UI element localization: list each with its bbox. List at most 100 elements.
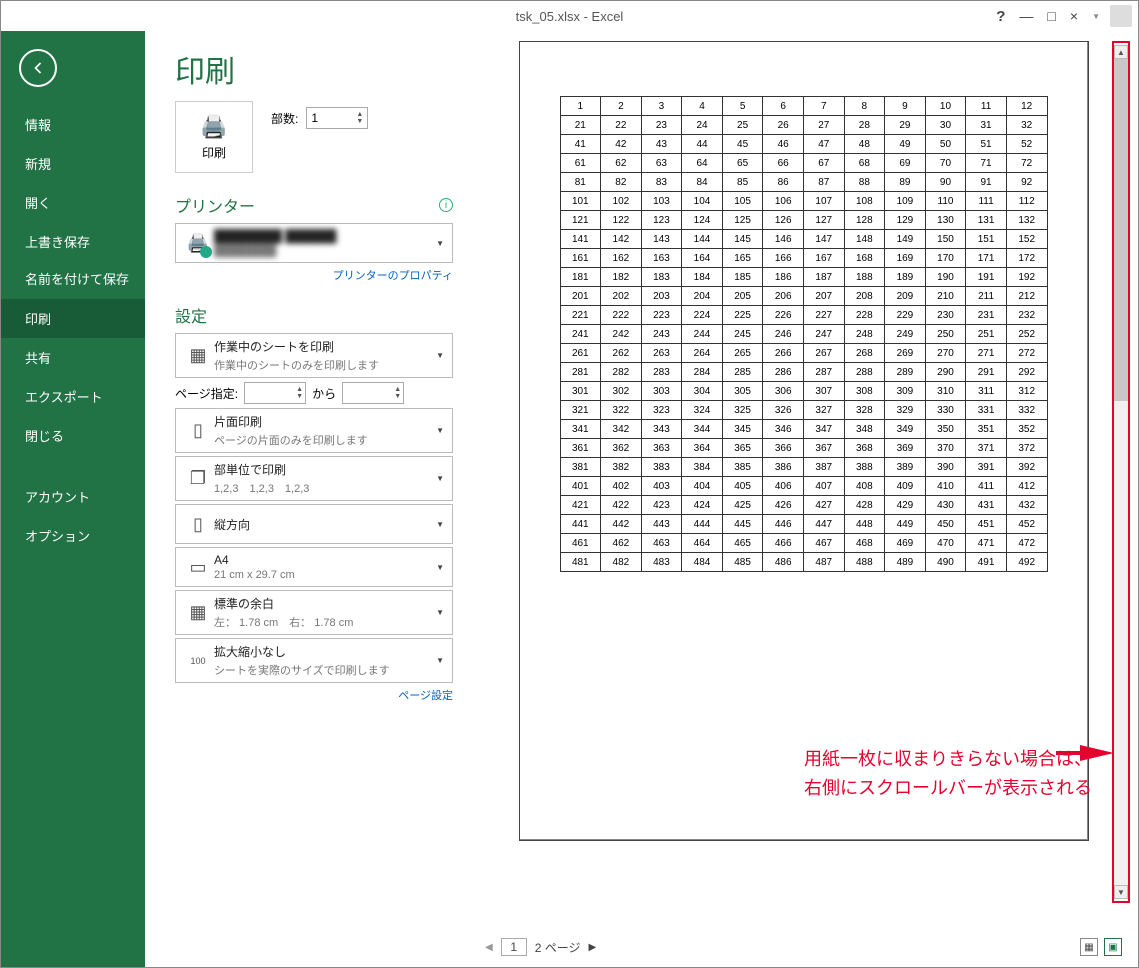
sidebar-item-4[interactable]: 名前を付けて保存 xyxy=(1,261,145,299)
sides-selector[interactable]: ▯ 片面印刷 ページの片面のみを印刷します ▼ xyxy=(175,408,453,453)
show-margins-button[interactable]: ▦ xyxy=(1080,938,1098,956)
back-button[interactable] xyxy=(19,49,57,87)
grid-cell: 62 xyxy=(601,154,642,173)
grid-cell: 247 xyxy=(803,325,844,344)
pages-label: ページ指定: xyxy=(175,385,238,402)
grid-cell: 330 xyxy=(925,401,966,420)
signin-dropdown-icon[interactable]: ▼ xyxy=(1092,12,1100,21)
grid-cell: 224 xyxy=(682,306,723,325)
printer-icon: 🖨️ xyxy=(200,114,227,140)
sidebar-item-7[interactable]: エクスポート xyxy=(1,377,145,416)
orientation-selector[interactable]: ▯ 縦方向 ▼ xyxy=(175,504,453,544)
grid-cell: 221 xyxy=(560,306,601,325)
grid-cell: 105 xyxy=(722,192,763,211)
info-icon[interactable]: i xyxy=(439,198,453,212)
pages-from-spinner[interactable]: ▲▼ xyxy=(296,386,303,400)
grid-cell: 83 xyxy=(641,173,682,192)
grid-cell: 450 xyxy=(925,515,966,534)
grid-cell: 288 xyxy=(844,363,885,382)
grid-cell: 281 xyxy=(560,363,601,382)
grid-cell: 347 xyxy=(803,420,844,439)
grid-cell: 52 xyxy=(1006,135,1047,154)
sidebar-item-0[interactable]: 情報 xyxy=(1,105,145,144)
margins-title: 標準の余白 xyxy=(214,595,434,612)
print-button[interactable]: 🖨️ 印刷 xyxy=(175,101,253,173)
grid-cell: 171 xyxy=(966,249,1007,268)
collate-selector[interactable]: ❐ 部単位で印刷 1,2,3 1,2,3 1,2,3 ▼ xyxy=(175,456,453,501)
grid-cell: 12 xyxy=(1006,97,1047,116)
grid-cell: 349 xyxy=(885,420,926,439)
page-number-input[interactable]: 1 xyxy=(501,938,527,956)
grid-cell: 142 xyxy=(601,230,642,249)
margins-selector[interactable]: ▦ 標準の余白 左： 1.78 cm 右： 1.78 cm ▼ xyxy=(175,590,453,635)
grid-cell: 362 xyxy=(601,439,642,458)
grid-cell: 151 xyxy=(966,230,1007,249)
grid-cell: 286 xyxy=(763,363,804,382)
grid-cell: 441 xyxy=(560,515,601,534)
grid-cell: 370 xyxy=(925,439,966,458)
printer-properties-link[interactable]: プリンターのプロパティ xyxy=(175,267,453,283)
sides-sub: ページの片面のみを印刷します xyxy=(214,432,434,448)
grid-cell: 143 xyxy=(641,230,682,249)
grid-cell: 309 xyxy=(885,382,926,401)
grid-cell: 229 xyxy=(885,306,926,325)
grid-cell: 371 xyxy=(966,439,1007,458)
pages-to-spinner[interactable]: ▲▼ xyxy=(394,386,401,400)
grid-cell: 285 xyxy=(722,363,763,382)
grid-cell: 447 xyxy=(803,515,844,534)
printer-selector[interactable]: 🖨️ ████████ ██████ ████████ ▼ xyxy=(175,223,453,263)
zoom-to-page-button[interactable]: ▣ xyxy=(1104,938,1122,956)
grid-cell: 42 xyxy=(601,135,642,154)
pages-from-input[interactable]: ▲▼ xyxy=(244,382,306,404)
sidebar-item-5[interactable]: 印刷 xyxy=(1,299,145,338)
grid-cell: 132 xyxy=(1006,211,1047,230)
scaling-icon: 100 xyxy=(182,656,214,666)
close-button[interactable]: × xyxy=(1070,8,1078,24)
copies-spinner[interactable]: ▲▼ xyxy=(356,111,363,125)
sidebar-item-8[interactable]: 閉じる xyxy=(1,416,145,455)
sidebar-item-9[interactable]: アカウント xyxy=(1,477,145,516)
grid-cell: 326 xyxy=(763,401,804,420)
grid-cell: 403 xyxy=(641,477,682,496)
grid-cell: 223 xyxy=(641,306,682,325)
print-what-sub: 作業中のシートのみを印刷します xyxy=(214,357,434,373)
print-what-selector[interactable]: ▦ 作業中のシートを印刷 作業中のシートのみを印刷します ▼ xyxy=(175,333,453,378)
paper-selector[interactable]: ▭ A4 21 cm x 29.7 cm ▼ xyxy=(175,547,453,587)
grid-cell: 186 xyxy=(763,268,804,287)
grid-cell: 205 xyxy=(722,287,763,306)
grid-cell: 102 xyxy=(601,192,642,211)
backstage-sidebar: 情報新規開く上書き保存名前を付けて保存印刷共有エクスポート閉じるアカウントオプシ… xyxy=(1,31,145,967)
grid-cell: 387 xyxy=(803,458,844,477)
grid-cell: 488 xyxy=(844,553,885,572)
sidebar-item-1[interactable]: 新規 xyxy=(1,144,145,183)
prev-page-button[interactable]: ◀ xyxy=(485,942,493,953)
sidebar-item-10[interactable]: オプション xyxy=(1,516,145,555)
grid-cell: 381 xyxy=(560,458,601,477)
pages-to-input[interactable]: ▲▼ xyxy=(342,382,404,404)
help-icon[interactable]: ? xyxy=(996,8,1005,25)
grid-cell: 287 xyxy=(803,363,844,382)
sidebar-item-6[interactable]: 共有 xyxy=(1,338,145,377)
copies-label: 部数: xyxy=(271,110,298,127)
copies-input[interactable]: 1 ▲▼ xyxy=(306,107,368,129)
sidebar-item-3[interactable]: 上書き保存 xyxy=(1,222,145,261)
maximize-button[interactable]: □ xyxy=(1047,8,1055,24)
next-page-button[interactable]: ▶ xyxy=(588,942,596,953)
page-setup-link[interactable]: ページ設定 xyxy=(175,687,453,703)
grid-cell: 385 xyxy=(722,458,763,477)
grid-cell: 150 xyxy=(925,230,966,249)
scaling-selector[interactable]: 100 拡大縮小なし シートを実際のサイズで印刷します ▼ xyxy=(175,638,453,683)
grid-cell: 107 xyxy=(803,192,844,211)
sidebar-item-2[interactable]: 開く xyxy=(1,183,145,222)
user-avatar[interactable] xyxy=(1110,5,1132,27)
grid-cell: 262 xyxy=(601,344,642,363)
minimize-button[interactable]: — xyxy=(1019,8,1033,24)
grid-cell: 230 xyxy=(925,306,966,325)
grid-cell: 308 xyxy=(844,382,885,401)
collate-title: 部単位で印刷 xyxy=(214,461,434,478)
grid-cell: 263 xyxy=(641,344,682,363)
grid-cell: 66 xyxy=(763,154,804,173)
sheet-icon: ▦ xyxy=(182,345,214,366)
grid-cell: 429 xyxy=(885,496,926,515)
grid-cell: 45 xyxy=(722,135,763,154)
